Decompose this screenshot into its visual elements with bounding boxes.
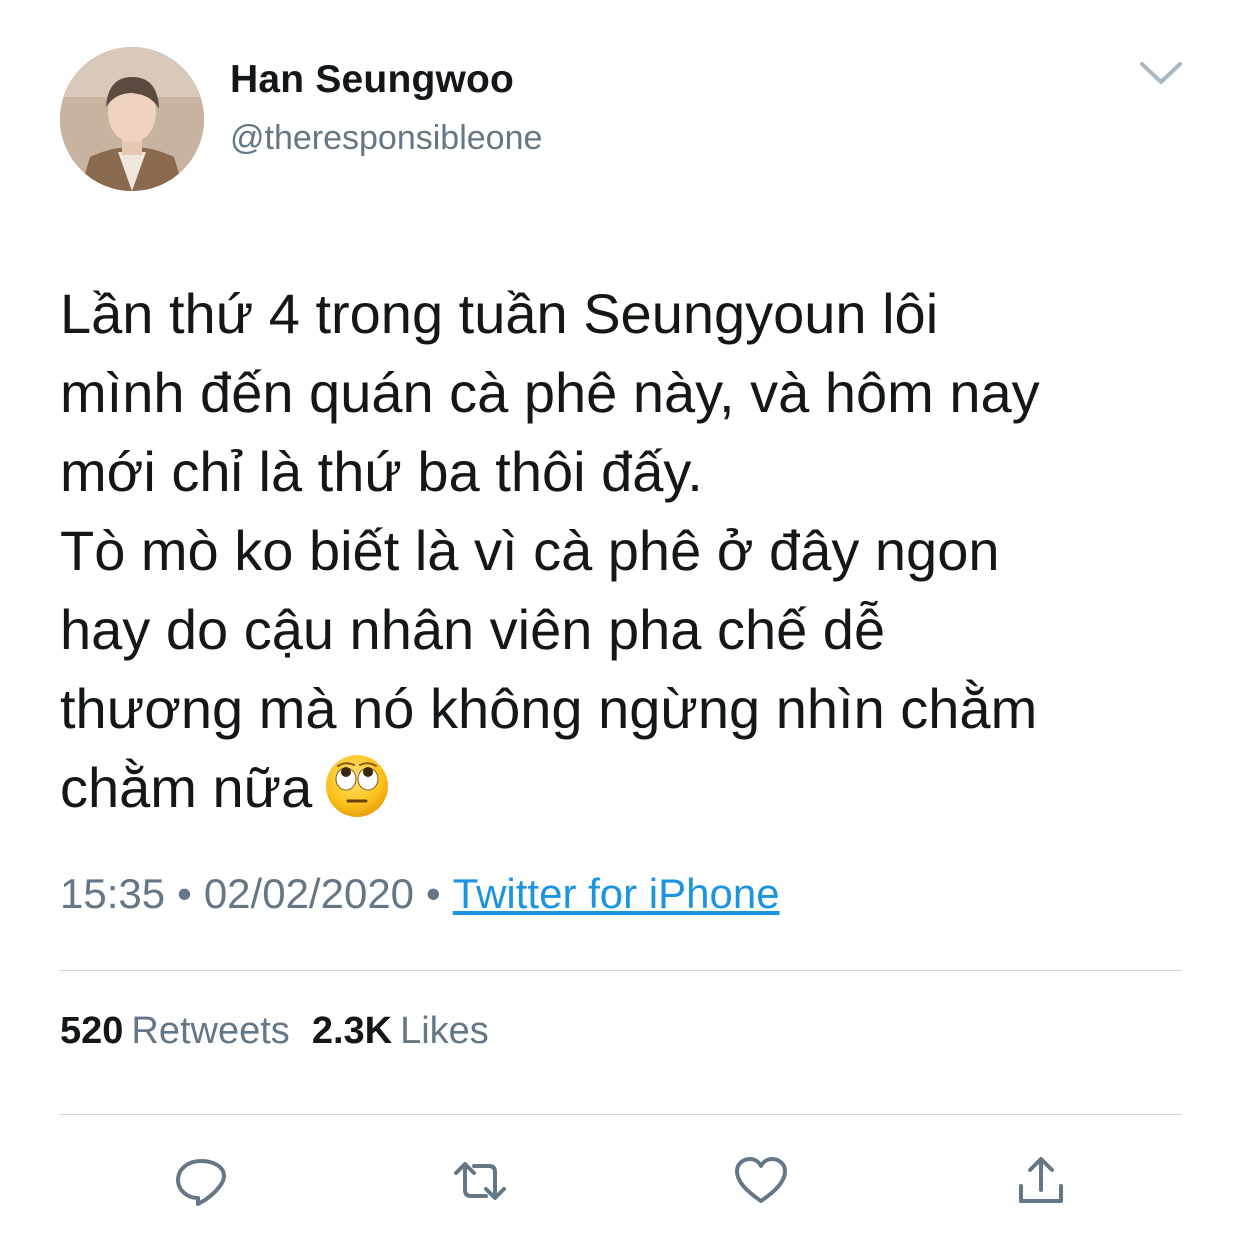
tweet-line: chằm nữa xyxy=(60,756,313,819)
tweet-text: Lần thứ 4 trong tuần Seungyoun lôi mình … xyxy=(60,274,1200,827)
tweet-line: mình đến quán cà phê này, và hôm nay xyxy=(60,361,1040,424)
retweets-count: 520 xyxy=(60,1010,124,1052)
tweet-line: Tò mò ko biết là vì cà phê ở đây ngon xyxy=(60,519,1000,582)
face-with-rolling-eyes-icon xyxy=(324,753,390,819)
heart-icon[interactable] xyxy=(733,1156,789,1206)
meta-separator: • xyxy=(426,870,441,917)
divider xyxy=(60,970,1182,971)
tweet-meta: 15:35 • 02/02/2020 • Twitter for iPhone xyxy=(60,870,780,918)
tweet-source-link[interactable]: Twitter for iPhone xyxy=(453,870,780,917)
divider xyxy=(60,1114,1182,1115)
tweet-date: 02/02/2020 xyxy=(203,870,415,917)
avatar-image xyxy=(60,47,204,191)
likes-count: 2.3K xyxy=(311,1010,393,1052)
chevron-down-icon[interactable] xyxy=(1136,52,1186,92)
meta-separator: • xyxy=(177,870,192,917)
retweet-icon[interactable] xyxy=(452,1156,508,1206)
retweets-label: Retweets xyxy=(131,1010,290,1052)
tweet-line: mới chỉ là thứ ba thôi đấy. xyxy=(60,440,703,503)
reply-icon[interactable] xyxy=(173,1156,229,1206)
user-handle[interactable]: @theresponsibleone xyxy=(230,119,542,158)
tweet-line: hay do cậu nhân viên pha chế dễ xyxy=(60,598,886,661)
tweet-time: 15:35 xyxy=(60,870,166,917)
avatar[interactable] xyxy=(60,47,204,191)
likes-label: Likes xyxy=(400,1010,489,1052)
retweets-stat[interactable]: 520 Retweets xyxy=(60,1010,290,1052)
display-name[interactable]: Han Seungwoo xyxy=(230,58,514,102)
share-icon[interactable] xyxy=(1013,1156,1069,1206)
tweet-stats: 520 Retweets 2.3K Likes xyxy=(60,1010,489,1053)
likes-stat[interactable]: 2.3K Likes xyxy=(312,1010,489,1052)
tweet-line: Lần thứ 4 trong tuần Seungyoun lôi xyxy=(60,282,939,345)
tweet-line: thương mà nó không ngừng nhìn chằm xyxy=(60,677,1038,740)
